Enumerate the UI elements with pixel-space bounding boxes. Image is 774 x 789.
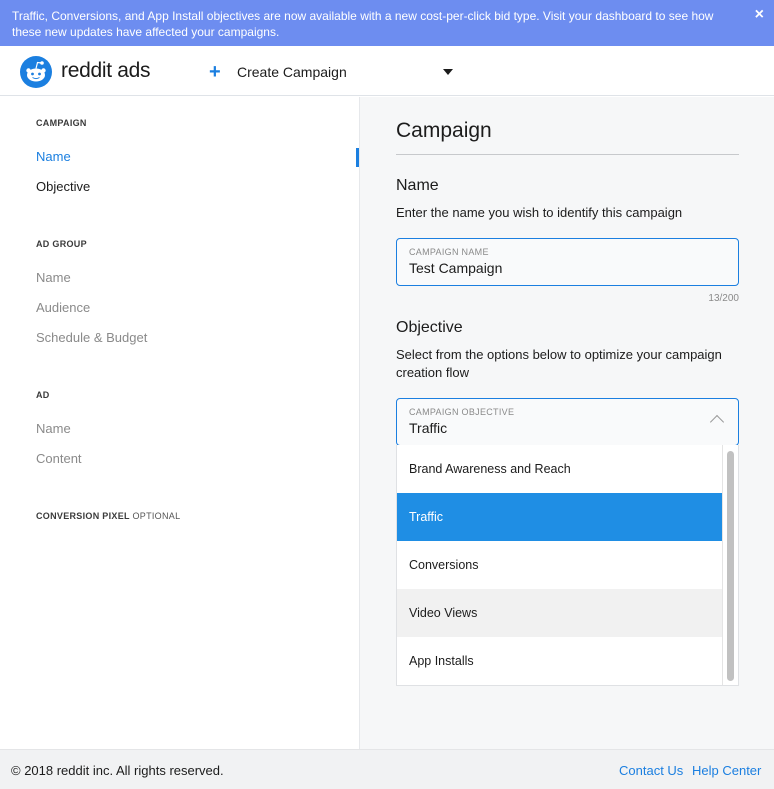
campaign-objective-value: Traffic — [409, 420, 448, 436]
create-campaign-button[interactable]: + Create Campaign — [209, 61, 347, 83]
campaign-objective-select[interactable]: CAMPAIGN OBJECTIVE Traffic — [396, 398, 739, 446]
dropdown-scrollbar[interactable] — [722, 445, 738, 685]
sidebar-item-schedule-budget[interactable]: Schedule & Budget — [36, 330, 147, 345]
character-counter: 13/200 — [708, 293, 739, 304]
close-icon[interactable]: × — [755, 6, 764, 24]
campaign-name-label: CAMPAIGN NAME — [409, 247, 489, 257]
sidebar-item-content[interactable]: Content — [36, 451, 82, 466]
plus-icon: + — [209, 61, 221, 83]
scrollbar-thumb[interactable] — [727, 451, 734, 681]
objective-option-traffic[interactable]: Traffic — [397, 493, 724, 541]
optional-label: OPTIONAL — [132, 511, 181, 521]
sidebar-item-campaign-name[interactable]: Name — [36, 149, 71, 164]
copyright-text: © 2018 reddit inc. All rights reserved. — [11, 763, 224, 778]
sidebar-item-audience[interactable]: Audience — [36, 300, 90, 315]
banner-text: Traffic, Conversions, and App Install ob… — [12, 9, 714, 39]
sidebar-heading-ad-group: AD GROUP — [36, 239, 87, 249]
active-indicator — [356, 148, 359, 167]
main-content: Campaign Name Enter the name you wish to… — [360, 97, 774, 749]
announcement-banner: Traffic, Conversions, and App Install ob… — [0, 0, 774, 46]
objective-section-description: Select from the options below to optimiz… — [396, 347, 722, 380]
page-title: Campaign — [396, 119, 492, 142]
sidebar-item-ad-name[interactable]: Name — [36, 421, 71, 436]
title-divider — [396, 154, 739, 155]
objective-option-video-views[interactable]: Video Views — [397, 589, 724, 637]
campaign-objective-label: CAMPAIGN OBJECTIVE — [409, 407, 515, 417]
objective-dropdown-list: Brand Awareness and Reach Traffic Conver… — [396, 445, 739, 686]
conversion-pixel-label: CONVERSION PIXEL — [36, 511, 130, 521]
sidebar-heading-campaign: CAMPAIGN — [36, 118, 87, 128]
objective-option-brand-awareness[interactable]: Brand Awareness and Reach — [397, 445, 724, 493]
name-section-title: Name — [396, 177, 439, 194]
help-center-link[interactable]: Help Center — [692, 763, 761, 778]
objective-option-conversions[interactable]: Conversions — [397, 541, 724, 589]
objective-section-title: Objective — [396, 319, 463, 336]
sidebar-item-objective[interactable]: Objective — [36, 179, 90, 194]
campaign-name-value[interactable]: Test Campaign — [409, 260, 502, 276]
campaign-name-field[interactable]: CAMPAIGN NAME Test Campaign — [396, 238, 739, 286]
logo-text: reddit ads — [61, 59, 151, 82]
objective-option-app-installs[interactable]: App Installs — [397, 637, 724, 685]
chevron-up-icon[interactable] — [709, 414, 725, 430]
create-campaign-label: Create Campaign — [237, 64, 347, 80]
sidebar-heading-ad: AD — [36, 390, 50, 400]
top-header: reddit ads + Create Campaign — [0, 46, 774, 96]
name-section-description: Enter the name you wish to identify this… — [396, 205, 683, 220]
sidebar-nav: CAMPAIGN Name Objective AD GROUP Name Au… — [0, 97, 360, 749]
sidebar-item-adgroup-name[interactable]: Name — [36, 270, 71, 285]
sidebar-heading-conversion-pixel[interactable]: CONVERSION PIXEL OPTIONAL — [36, 511, 180, 521]
reddit-logo-icon[interactable] — [20, 56, 52, 88]
page-footer: © 2018 reddit inc. All rights reserved. … — [0, 749, 774, 789]
contact-us-link[interactable]: Contact Us — [619, 763, 683, 778]
chevron-down-icon[interactable] — [443, 69, 453, 75]
